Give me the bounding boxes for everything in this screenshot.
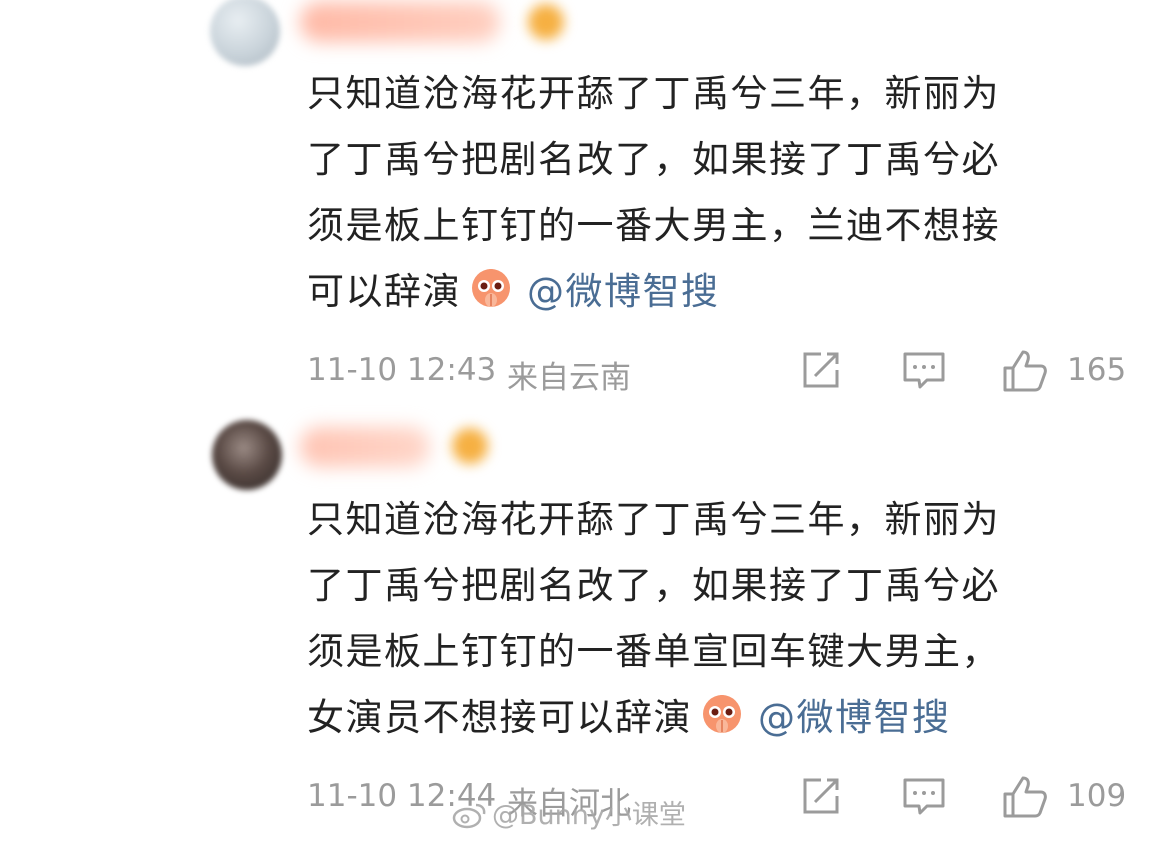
thumbs-up-icon [1003, 776, 1047, 818]
avatar[interactable] [210, 0, 280, 66]
share-button[interactable] [799, 774, 843, 826]
vip-badge-icon [452, 428, 488, 464]
username-blurred[interactable] [300, 2, 500, 42]
vip-badge-icon [528, 4, 564, 40]
comment-text-line: 须是板上钉钉的一番大男主，兰迪不想接 [307, 204, 1000, 247]
username-blurred[interactable] [300, 427, 430, 467]
comment-text-line-last: 女演员不想接可以辞演 @微博智搜 [307, 685, 1127, 751]
watermark-text: @Bunny小课堂 [492, 800, 686, 831]
comment-text-line-last: 可以辞演 @微博智搜 [307, 259, 1127, 325]
share-edit-icon [803, 778, 839, 814]
like-count: 109 [1067, 778, 1127, 814]
comment-text: 只知道沧海花开舔了丁禹兮三年，新丽为 了丁禹兮把剧名改了，如果接了丁禹兮必 须是… [307, 487, 1127, 751]
weibo-logo-icon [452, 801, 488, 836]
comment-text-fragment: 可以辞演 [307, 270, 461, 313]
like-button[interactable] [1001, 348, 1049, 402]
comment-icon [903, 778, 945, 815]
comment-text-line: 只知道沧海花开舔了丁禹兮三年，新丽为 [307, 498, 1000, 541]
comment-text-line: 须是板上钉钉的一番单宣回车键大男主， [307, 630, 1000, 673]
comment-text-fragment: 女演员不想接可以辞演 [307, 696, 692, 739]
share-edit-icon [803, 352, 839, 388]
praying-emoji-icon [700, 691, 744, 735]
comment-text-line: 只知道沧海花开舔了丁禹兮三年，新丽为 [307, 72, 1000, 115]
praying-emoji-icon [469, 265, 513, 309]
comment-text: 只知道沧海花开舔了丁禹兮三年，新丽为 了丁禹兮把剧名改了，如果接了丁禹兮必 须是… [307, 61, 1127, 325]
like-count: 165 [1067, 352, 1127, 388]
comment-icon [903, 352, 945, 389]
comment-meta-row: 11-10 12:44 来自河北 109 [307, 774, 1137, 822]
comment-location: 来自云南 [507, 360, 631, 396]
comment-text-line: 了丁禹兮把剧名改了，如果接了丁禹兮必 [307, 138, 1000, 181]
watermark: @Bunny小课堂 [452, 793, 686, 836]
comment-meta-row: 11-10 12:43 来自云南 165 [307, 348, 1137, 396]
mention-link[interactable]: @微博智搜 [758, 696, 951, 739]
thumbs-up-icon [1003, 350, 1047, 392]
comment-button[interactable] [901, 348, 947, 400]
avatar[interactable] [212, 420, 282, 490]
weibo-comment-feed: 只知道沧海花开舔了丁禹兮三年，新丽为 了丁禹兮把剧名改了，如果接了丁禹兮必 须是… [0, 0, 1170, 845]
share-button[interactable] [799, 348, 843, 400]
like-button[interactable] [1001, 774, 1049, 828]
comment-button[interactable] [901, 774, 947, 826]
comment-time: 11-10 12:43 [307, 352, 497, 388]
comment-text-line: 了丁禹兮把剧名改了，如果接了丁禹兮必 [307, 564, 1000, 607]
mention-link[interactable]: @微博智搜 [527, 270, 720, 313]
